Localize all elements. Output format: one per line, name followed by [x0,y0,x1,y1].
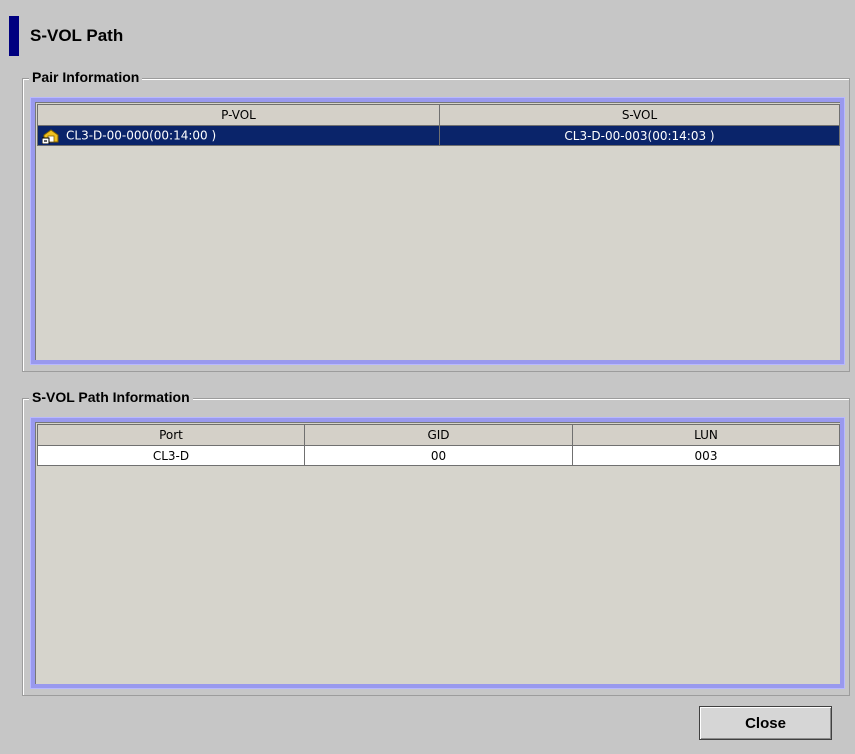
column-header-port[interactable]: Port [37,424,305,446]
svol-path-information-group: S-VOL Path Information Port GID LUN CL3-… [22,389,850,696]
volume-pair-icon [41,128,60,144]
column-header-gid[interactable]: GID [304,424,573,446]
pair-information-legend: Pair Information [29,69,143,85]
pair-information-table: P-VOL S-VOL CL3-D-00-000(00:14:00 ) CL3-… [37,104,840,146]
svol-cell[interactable]: CL3-D-00-003(00:14:03 ) [439,125,840,146]
close-button[interactable]: Close [699,706,832,740]
lun-cell[interactable]: 003 [572,445,840,466]
svol-path-information-legend: S-VOL Path Information [29,389,193,405]
column-header-lun[interactable]: LUN [572,424,840,446]
svol-path-table-frame: Port GID LUN CL3-D 00 003 [31,418,844,688]
port-cell[interactable]: CL3-D [37,445,305,466]
column-header-svol[interactable]: S-VOL [439,104,840,126]
gid-cell[interactable]: 00 [304,445,573,466]
pvol-value: CL3-D-00-000(00:14:00 ) [66,128,217,142]
title-accent-bar [9,16,19,56]
table-row[interactable]: CL3-D 00 003 [37,445,840,466]
pair-information-table-frame: P-VOL S-VOL CL3-D-00-000(00:14:00 ) CL3-… [31,98,844,364]
pair-information-group: Pair Information P-VOL S-VOL CL3-D-00-00… [22,69,850,372]
column-header-pvol[interactable]: P-VOL [37,104,440,126]
svol-path-table: Port GID LUN CL3-D 00 003 [37,424,840,466]
table-header-row: Port GID LUN [37,424,840,446]
page-title: S-VOL Path [30,26,124,45]
pvol-cell[interactable]: CL3-D-00-000(00:14:00 ) [37,125,440,146]
table-header-row: P-VOL S-VOL [37,104,840,126]
table-row[interactable]: CL3-D-00-000(00:14:00 ) CL3-D-00-003(00:… [37,125,840,146]
